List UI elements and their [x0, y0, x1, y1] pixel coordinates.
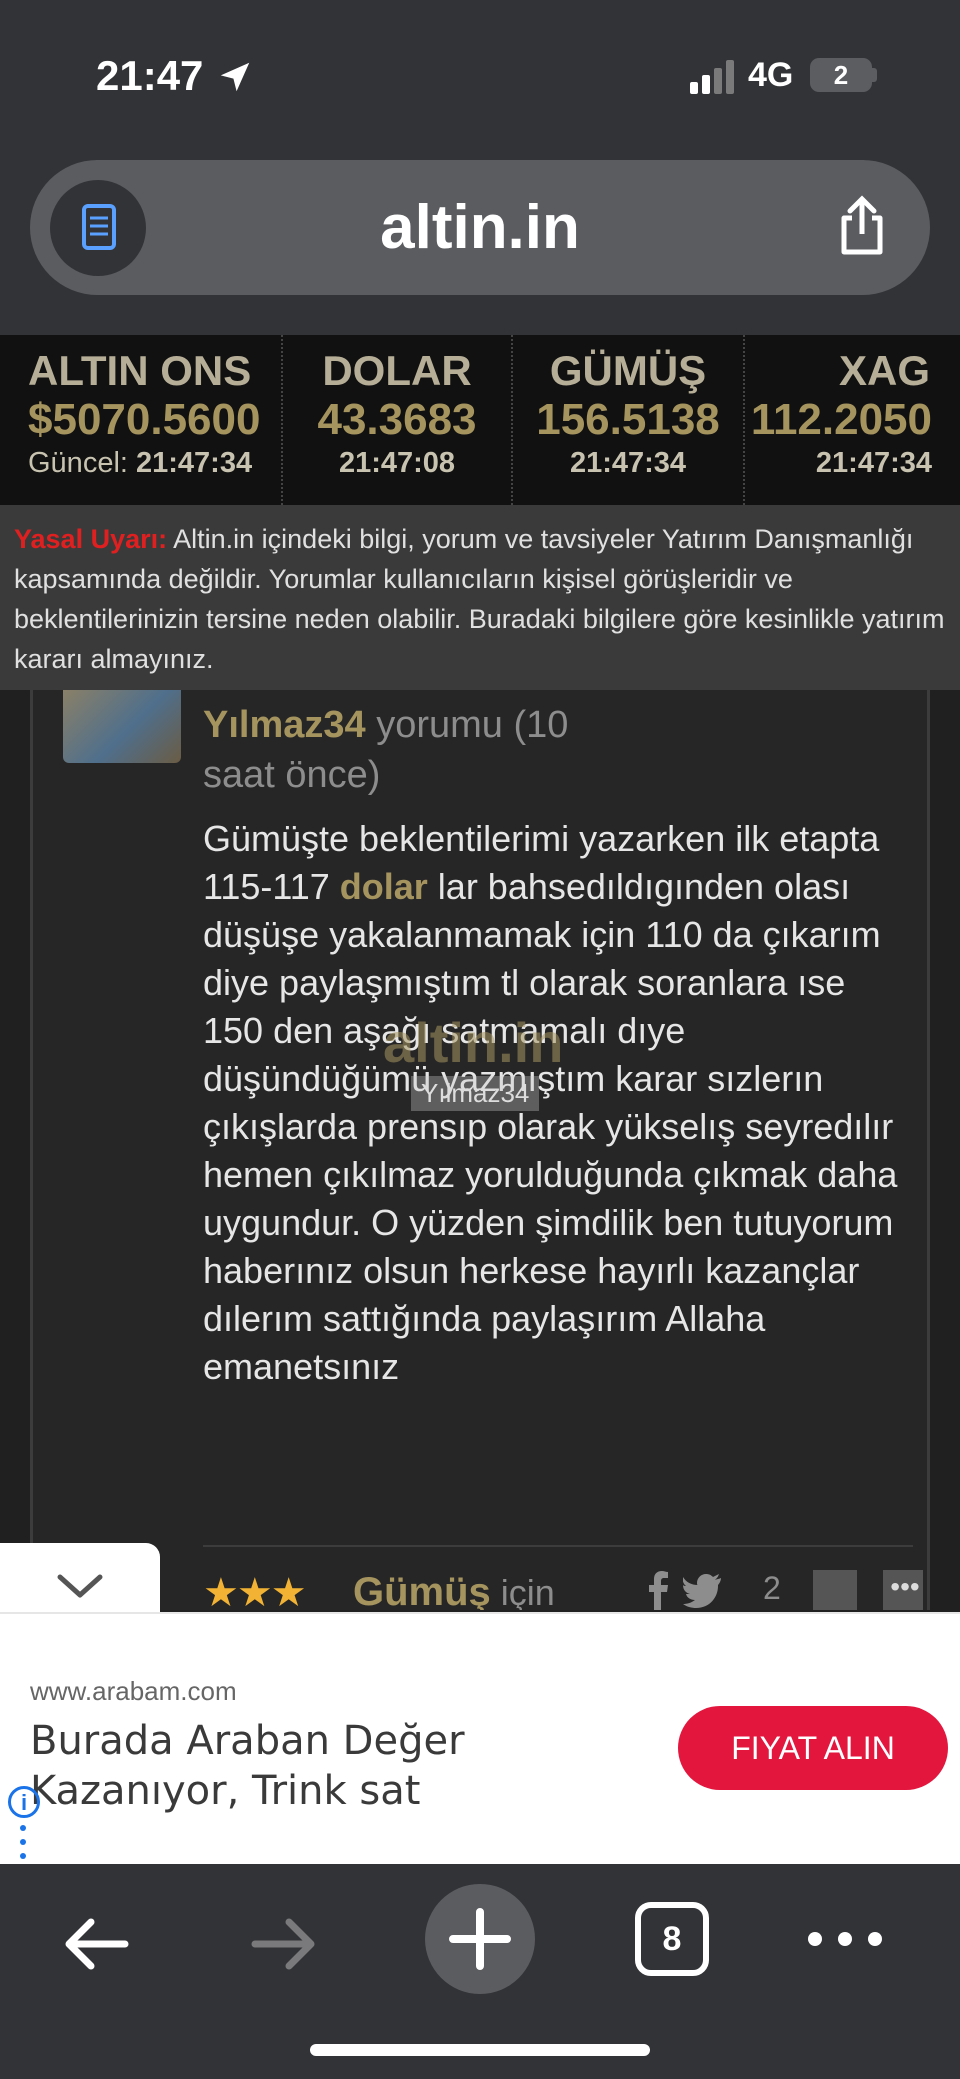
ticker-value: 112.2050 — [750, 395, 932, 444]
ticker-time-value: 21:47:08 — [338, 447, 456, 479]
network-type: 4G — [748, 56, 794, 94]
browser-toolbar: 8 — [0, 1864, 960, 2079]
facebook-icon[interactable] — [643, 1570, 673, 1610]
next-comment-title-text: Gümüş — [353, 1570, 491, 1610]
comment-author-line: Yılmaz34 yorumu (10 saat önce) — [203, 700, 643, 800]
legal-warning-label: Yasal Uyarı: — [14, 524, 168, 554]
ticker-value: 156.5138 — [536, 395, 720, 444]
ad-cta-button[interactable]: FIYAT ALIN — [678, 1706, 948, 1790]
ad-options-icon[interactable] — [20, 1824, 26, 1860]
price-ticker: ALTIN ONS $5070.5600 Güncel: 21:47:34 DO… — [0, 335, 960, 505]
battery-level: 2 — [833, 60, 849, 90]
ticker-item-altin-ons[interactable]: ALTIN ONS $5070.5600 Güncel: 21:47:34 — [0, 335, 283, 505]
ticker-time: Güncel: 21:47:34 — [28, 447, 309, 480]
ticker-value: 43.3683 — [317, 395, 477, 444]
ticker-time-value: 21:47:34 — [815, 447, 932, 479]
ticker-name: DOLAR — [322, 347, 472, 394]
ticker-time-label: Güncel: — [28, 447, 128, 479]
ticker-time-value: 21:47:34 — [136, 447, 253, 479]
more-icon[interactable] — [805, 1924, 885, 1954]
legal-warning: Yasal Uyarı: Altin.in içindeki bilgi, yo… — [0, 505, 960, 690]
ad-headline[interactable]: Burada Araban Değer Kazanıyor, Trink sat… — [30, 1716, 670, 1816]
next-comment-title-suffix: için — [490, 1572, 555, 1610]
watermark-user: Yılmaz34 — [411, 1076, 540, 1111]
comment-card: Yılmaz34 yorumu (10 saat önce) Gümüşte b… — [30, 690, 930, 1610]
ticker-name: XAG — [838, 347, 930, 394]
next-comment-title[interactable]: Gümüş için — [353, 1570, 555, 1610]
twitter-icon[interactable] — [682, 1570, 723, 1610]
thumbs-up-icon[interactable] — [813, 1570, 857, 1610]
browser-header: altin.in — [0, 150, 960, 335]
url-text[interactable]: altin.in — [30, 160, 930, 295]
ticker-name: GÜMÜŞ — [549, 347, 707, 394]
rating-stars: ★★★ — [203, 1571, 307, 1610]
info-icon[interactable]: i — [8, 1786, 40, 1818]
status-time: 21:47 — [96, 52, 204, 99]
plus-icon — [449, 1908, 511, 1970]
back-icon[interactable] — [55, 1904, 135, 1984]
ticker-time-value: 21:47:34 — [569, 447, 687, 479]
home-indicator — [310, 2044, 650, 2056]
comment-text-part: lar bahsedıldıgınden olası düşüşe yakala… — [203, 866, 898, 1387]
address-bar[interactable]: altin.in — [30, 160, 930, 295]
comment-highlight-link[interactable]: dolar — [340, 866, 428, 907]
avatar[interactable] — [63, 690, 181, 763]
share-icon[interactable] — [830, 194, 894, 258]
tabs-icon[interactable]: 8 — [635, 1902, 709, 1976]
more-options-button[interactable]: ••• — [883, 1570, 923, 1610]
ad-banner[interactable]: www.arabam.com Burada Araban Değer Kazan… — [0, 1612, 960, 1864]
ticker-name: ALTIN ONS — [28, 347, 252, 394]
like-count: 2 — [763, 1570, 781, 1606]
comment-divider — [203, 1545, 913, 1547]
share-icons — [643, 1570, 723, 1610]
status-bar: 21:47 4G 2 — [0, 0, 960, 150]
forward-icon[interactable] — [245, 1904, 325, 1984]
ticker-item-gumus[interactable]: GÜMÜŞ 156.5138 21:47:34 — [513, 335, 745, 505]
ticker-value: $5070.5600 — [28, 395, 261, 444]
ticker-item-xag[interactable]: XAG 112.2050 21:47:34 — [745, 335, 960, 505]
comment-author[interactable]: Yılmaz34 — [203, 704, 366, 746]
ticker-item-dolar[interactable]: DOLAR 43.3683 21:47:08 — [283, 335, 513, 505]
comment-text: Gümüşte beklentilerimi yazarken ilk etap… — [203, 815, 913, 1391]
watermark-logo: altin.in — [383, 1011, 564, 1074]
new-tab-button[interactable] — [425, 1884, 535, 1994]
next-comment-row: ★★★ Gümüş için 2 ••• — [203, 1570, 923, 1610]
signal-icon — [690, 60, 734, 94]
ad-url[interactable]: www.arabam.com — [30, 1676, 237, 1707]
battery-nub — [872, 68, 877, 82]
location-arrow-icon — [220, 62, 250, 92]
battery-icon: 2 — [810, 58, 872, 92]
